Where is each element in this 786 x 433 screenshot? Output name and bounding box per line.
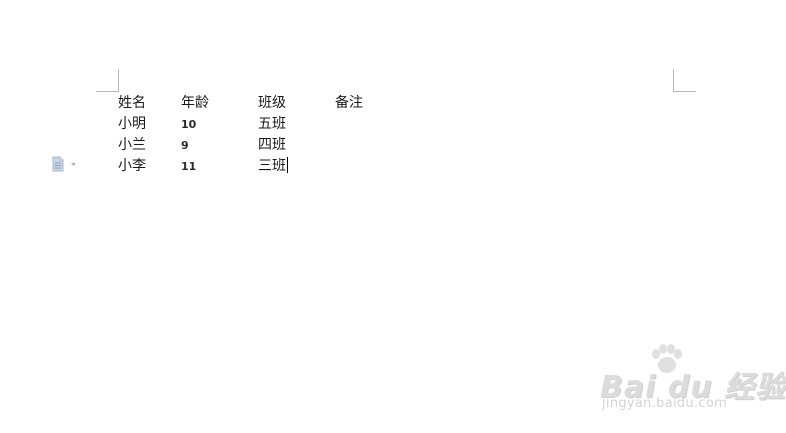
text-line[interactable]: 小李 11 三班	[118, 156, 658, 177]
text-line[interactable]: 小兰 9 四班	[118, 135, 658, 156]
page-corner-mark-top-right	[673, 69, 696, 92]
student-name: 小兰	[118, 137, 146, 153]
student-class: 三班	[258, 158, 286, 174]
baidu-jingyan-watermark: Bai du 经验 jingyan.baidu.com	[596, 344, 785, 416]
text-line[interactable]: 小明 10 五班	[118, 114, 658, 135]
text-line-header[interactable]: 姓名 年龄 班级 备注	[118, 93, 658, 114]
student-age: 11	[181, 160, 197, 173]
text-cursor	[287, 157, 288, 173]
caret-down-icon	[71, 163, 76, 166]
document-text-area[interactable]: 姓名 年龄 班级 备注 小明 10 五班 小兰 9 四班 小李 11 三班	[118, 93, 658, 177]
student-age: 9	[181, 139, 189, 152]
watermark-brand: Bai du 经验	[600, 370, 786, 405]
header-name: 姓名	[118, 95, 146, 111]
header-note: 备注	[335, 95, 363, 111]
clipboard-paste-icon	[52, 156, 64, 172]
student-name: 小明	[118, 116, 146, 132]
student-class: 四班	[258, 137, 286, 153]
student-class-with-cursor: 三班	[258, 156, 288, 177]
paw-icon	[652, 344, 682, 373]
header-class: 班级	[258, 95, 286, 111]
watermark-url: jingyan.baidu.com	[602, 396, 728, 411]
document-page[interactable]: 姓名 年龄 班级 备注 小明 10 五班 小兰 9 四班 小李 11 三班 Ba…	[0, 0, 786, 433]
header-age: 年龄	[181, 95, 209, 111]
page-corner-mark-top-left	[96, 69, 119, 92]
student-name: 小李	[118, 158, 146, 174]
student-class: 五班	[258, 116, 286, 132]
paste-options-button[interactable]	[52, 156, 80, 172]
student-age: 10	[181, 118, 197, 131]
